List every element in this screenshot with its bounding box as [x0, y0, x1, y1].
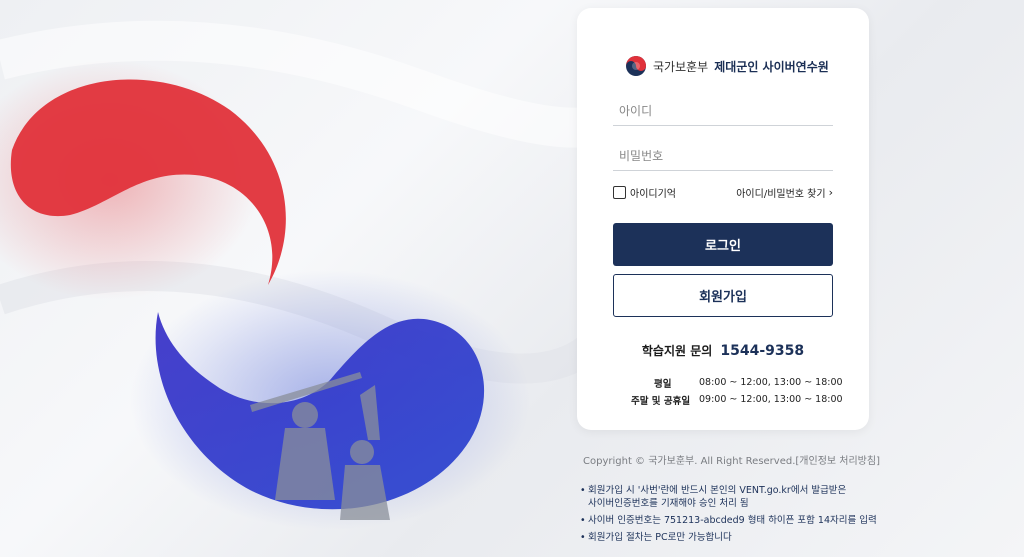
- hours-row-weekday: 평일 08:00 ~ 12:00, 13:00 ~ 18:00: [631, 374, 843, 391]
- brand-header: 국가보훈부 제대군인 사이버연수원: [625, 55, 829, 77]
- copyright-text: Copyright © 국가보훈부. All Right Reserved.[개…: [583, 456, 880, 467]
- signup-notices: • 회원가입 시 '사번'란에 반드시 본인의 VENT.go.kr에서 발급받…: [580, 484, 877, 548]
- taegeuk-emblem-icon: [626, 56, 646, 76]
- support-contact: 학습지원 문의 1544-9358: [577, 340, 869, 359]
- find-account-label: 아이디/비밀번호 찾기: [736, 189, 826, 200]
- hours-time: 09:00 ~ 12:00, 13:00 ~ 18:00: [699, 394, 843, 405]
- login-card: 국가보훈부 제대군인 사이버연수원 아이디기억 아이디/비밀번호 찾기 › 로그…: [577, 8, 869, 430]
- remember-id-label: 아이디기억: [630, 189, 676, 200]
- checkbox-box[interactable]: [613, 186, 626, 199]
- ministry-name: 국가보훈부: [653, 59, 709, 74]
- hours-day: 평일: [654, 378, 672, 390]
- bullet-icon: •: [580, 485, 586, 496]
- notice-item: • 회원가입 절차는 PC로만 가능합니다: [580, 531, 877, 544]
- bullet-icon: •: [580, 532, 586, 543]
- support-hours: 평일 08:00 ~ 12:00, 13:00 ~ 18:00 주말 및 공휴일…: [631, 374, 843, 408]
- support-phone: 1544-9358: [720, 343, 805, 359]
- notice-text: 회원가입 시 '사번'란에 반드시 본인의 VENT.go.kr에서 발급받은 …: [588, 485, 847, 509]
- notice-text: 사이버 인증번호는 751213-abcded9 형태 하이픈 포함 14자리를…: [588, 515, 877, 526]
- support-label: 학습지원 문의: [641, 344, 713, 358]
- remember-id-checkbox[interactable]: 아이디기억: [613, 185, 676, 200]
- hours-row-weekend: 주말 및 공휴일 09:00 ~ 12:00, 13:00 ~ 18:00: [631, 391, 843, 408]
- password-input[interactable]: [613, 141, 833, 171]
- join-button[interactable]: 회원가입: [613, 274, 833, 317]
- hours-day: 주말 및 공휴일: [631, 395, 691, 407]
- chevron-right-icon: ›: [828, 186, 833, 199]
- id-input[interactable]: [613, 96, 833, 126]
- bullet-icon: •: [580, 515, 586, 526]
- hours-time: 08:00 ~ 12:00, 13:00 ~ 18:00: [699, 377, 843, 388]
- find-account-link[interactable]: 아이디/비밀번호 찾기 ›: [736, 185, 833, 200]
- site-name: 제대군인 사이버연수원: [714, 59, 829, 74]
- notice-text: 회원가입 절차는 PC로만 가능합니다: [588, 532, 732, 543]
- login-button[interactable]: 로그인: [613, 223, 833, 266]
- notice-item: • 사이버 인증번호는 751213-abcded9 형태 하이픈 포함 14자…: [580, 514, 877, 527]
- notice-item: • 회원가입 시 '사번'란에 반드시 본인의 VENT.go.kr에서 발급받…: [580, 484, 877, 510]
- taegeuk-background-art: [0, 20, 620, 530]
